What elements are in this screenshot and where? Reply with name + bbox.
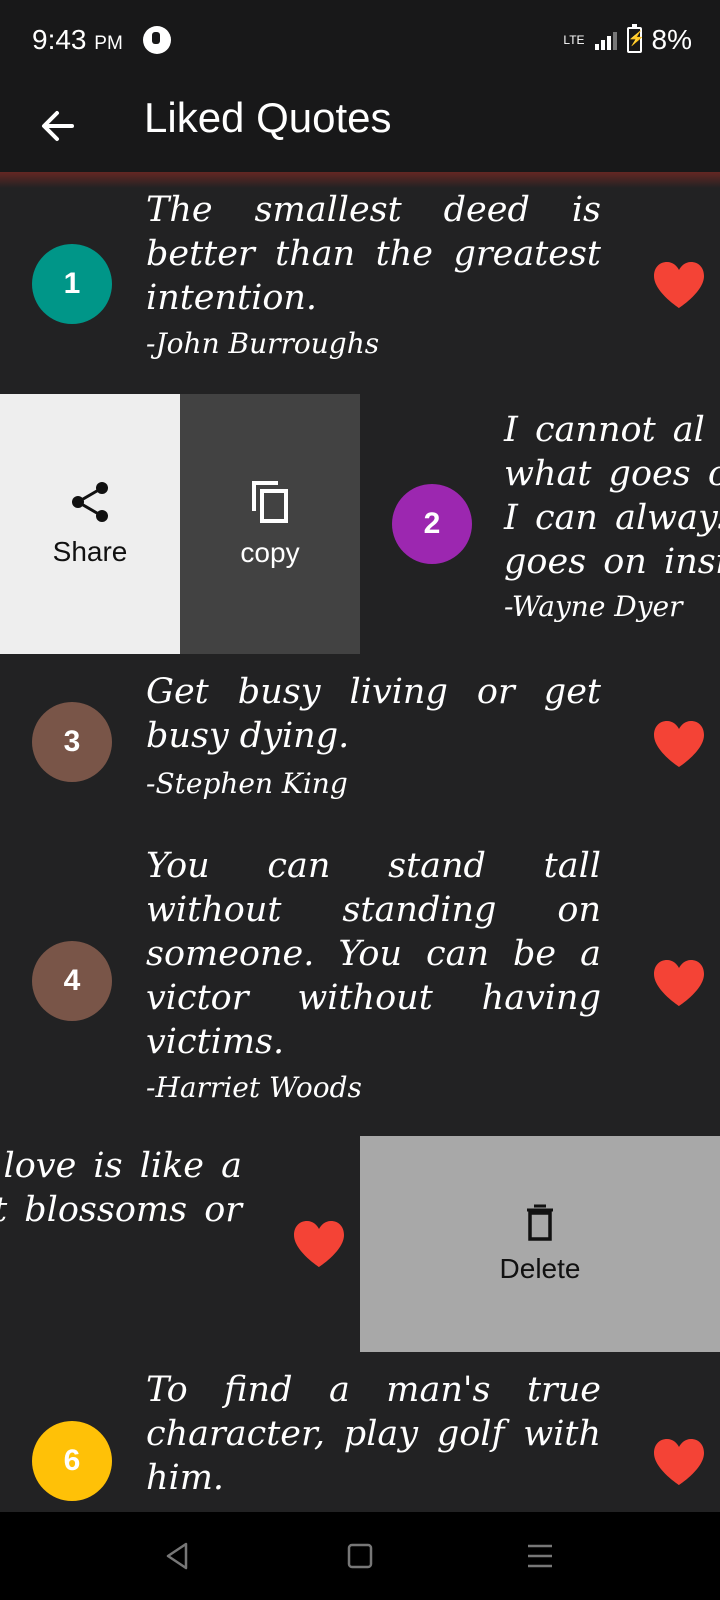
app-bar: Liked Quotes bbox=[0, 80, 720, 172]
menu-icon[interactable] bbox=[522, 1538, 558, 1574]
share-icon bbox=[72, 482, 108, 522]
trash-icon bbox=[527, 1204, 553, 1241]
quote-item-3[interactable]: 3 Get busy living or get busy dying. -St… bbox=[0, 670, 720, 820]
status-bar: 9:43 PM LTE 8% bbox=[0, 0, 720, 80]
quote-number-badge: 6 bbox=[32, 1421, 112, 1501]
battery-percent: 8% bbox=[651, 24, 692, 55]
quote-item-1[interactable]: 1 The smallest deed is better than the g… bbox=[0, 188, 720, 378]
copy-icon bbox=[252, 481, 288, 523]
status-time: 9:43 PM bbox=[32, 24, 123, 55]
quote-item-5[interactable]: love is like a t blossoms or Delete bbox=[0, 1136, 720, 1352]
quote-text: love is like a t blossoms or bbox=[0, 1146, 242, 1230]
quote-author: -Harriet Woods bbox=[146, 1071, 362, 1104]
arrow-left-icon[interactable] bbox=[36, 101, 86, 151]
heart-icon[interactable] bbox=[653, 959, 705, 1007]
quote-text: Get busy living or get busy dying. bbox=[146, 672, 601, 756]
quote-text: I cannot al what goes o I can always goe… bbox=[504, 410, 720, 582]
quote-author: -Wayne Dyer bbox=[504, 590, 683, 623]
app-notification-icon bbox=[143, 26, 171, 54]
copy-button[interactable]: copy bbox=[180, 394, 360, 654]
quote-number-badge: 1 bbox=[32, 244, 112, 324]
quote-item-6[interactable]: 6 To find a man's true character, play g… bbox=[0, 1368, 720, 1512]
battery-icon bbox=[626, 24, 645, 53]
signal-icon bbox=[594, 30, 617, 50]
quote-author: -John Burroughs bbox=[146, 327, 380, 360]
delete-button[interactable]: Delete bbox=[360, 1136, 720, 1352]
quote-number-badge: 4 bbox=[32, 941, 112, 1021]
quote-number-badge: 2 bbox=[392, 484, 472, 564]
quote-number-badge: 3 bbox=[32, 702, 112, 782]
share-button[interactable]: Share bbox=[0, 394, 180, 654]
status-indicators: LTE 8% bbox=[563, 24, 692, 56]
system-nav-bar bbox=[0, 1512, 720, 1600]
heart-icon[interactable] bbox=[653, 1438, 705, 1486]
network-type: LTE bbox=[563, 32, 585, 47]
quote-item-4[interactable]: 4 You can stand tall without standing on… bbox=[0, 844, 720, 1114]
square-home-icon[interactable] bbox=[342, 1538, 378, 1574]
quote-author: -Stephen King bbox=[146, 767, 348, 800]
quote-item-2[interactable]: Share copy 2 I cannot al what goes o I c… bbox=[0, 394, 720, 654]
triangle-back-icon[interactable] bbox=[160, 1538, 196, 1574]
heart-icon[interactable] bbox=[653, 261, 705, 309]
quote-text: You can stand tall without standing on s… bbox=[146, 846, 601, 1062]
heart-icon[interactable] bbox=[293, 1220, 345, 1268]
copy-label: copy bbox=[240, 537, 300, 568]
share-label: Share bbox=[52, 536, 128, 567]
quote-text: The smallest deed is better than the gre… bbox=[146, 190, 601, 318]
delete-label: Delete bbox=[499, 1253, 581, 1284]
heart-icon[interactable] bbox=[653, 720, 705, 768]
quote-text: To find a man's true character, play gol… bbox=[146, 1370, 601, 1498]
app-bar-shadow bbox=[0, 172, 720, 188]
page-title: Liked Quotes bbox=[144, 94, 392, 141]
